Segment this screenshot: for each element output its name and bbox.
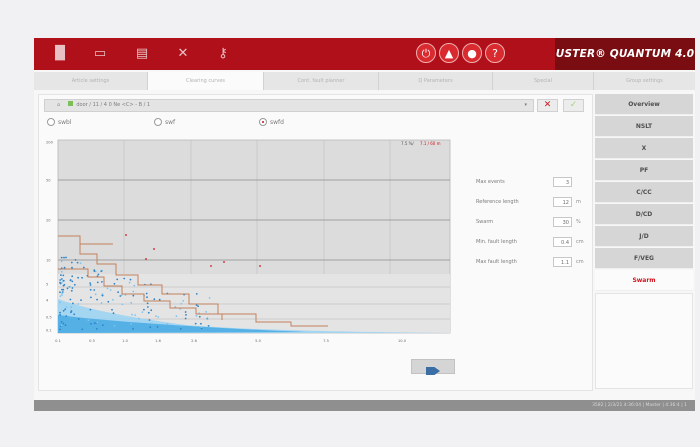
tab-q-parameters[interactable]: Q Parameters: [379, 72, 493, 90]
param-label: Min. fault length: [476, 239, 517, 245]
param-input[interactable]: 1.1: [553, 257, 572, 267]
tab-clearing-curves[interactable]: Clearing curves: [148, 72, 264, 90]
side-nav-panel: [595, 293, 693, 389]
param-label: Reference length: [476, 199, 519, 205]
param-unit: m: [576, 199, 581, 205]
param-input[interactable]: 3: [553, 177, 572, 187]
side-nav-item[interactable]: NSLT: [595, 116, 693, 137]
param-label: Max fault length: [476, 259, 517, 265]
key-icon[interactable]: ⚷: [215, 46, 231, 62]
sheets-icon[interactable]: ▤: [134, 46, 150, 62]
warning-icon[interactable]: ▲: [439, 43, 459, 63]
power-icon[interactable]: ⏻: [416, 43, 436, 63]
side-nav-item[interactable]: PF: [595, 160, 693, 181]
param-input[interactable]: 12: [553, 197, 572, 207]
tab-fault-planner[interactable]: Cont. fault planner: [264, 72, 379, 90]
tab-group-settings[interactable]: Group settings: [594, 72, 695, 90]
chart-icon[interactable]: ▐▌: [50, 46, 70, 62]
side-nav-item[interactable]: Swarm: [595, 270, 693, 291]
param-input[interactable]: 0.4: [553, 237, 572, 247]
tab-article-settings[interactable]: Article settings: [34, 72, 148, 90]
user-icon[interactable]: ●: [462, 43, 482, 63]
parameter-panel: Max events 3 Reference length 12 m Swarm 30% Mi…: [39, 95, 594, 392]
app-window: ▐▌ ▭ ▤ ✕ ⚷ ⏻ ▲ ● ? USTER® QUANTUM 4.0 Ar…: [34, 38, 695, 411]
param-input[interactable]: 30: [553, 217, 572, 227]
side-nav: Overview NSLT X PF C/CC D/CD J/D F/VEG Swarm: [595, 94, 693, 390]
top-bar: ▐▌ ▭ ▤ ✕ ⚷ ⏻ ▲ ● ? USTER® QUANTUM 4.0: [34, 38, 695, 70]
side-nav-item[interactable]: Overview: [595, 94, 693, 115]
param-unit: cm: [576, 239, 584, 245]
side-nav-item[interactable]: D/CD: [595, 204, 693, 225]
status-bar: 3582 | 2/3/21 4:36:04 | Master | 4:36:4 …: [34, 400, 695, 411]
tab-bar: Article settings Clearing curves Cont. f…: [34, 72, 695, 90]
clearing-panel: ⌂ door / 11 / 4 0 Ne <C> - B / 1 ▾ ✕ ✓ s…: [38, 94, 593, 391]
help-icon[interactable]: ?: [485, 43, 505, 63]
param-label: Max events: [476, 179, 505, 185]
tab-special[interactable]: Special: [493, 72, 594, 90]
status-text: 3582 | 2/3/21 4:36:04 | Master | 4:36:4 …: [592, 403, 687, 408]
brand-logo: USTER® QUANTUM 4.0: [555, 38, 695, 70]
param-label: Swarm: [476, 219, 494, 225]
param-unit: cm: [576, 259, 584, 265]
side-nav-item[interactable]: J/D: [595, 226, 693, 247]
side-nav-item[interactable]: X: [595, 138, 693, 159]
side-nav-item[interactable]: F/VEG: [595, 248, 693, 269]
tools-icon[interactable]: ✕: [175, 46, 191, 62]
side-nav-item[interactable]: C/CC: [595, 182, 693, 203]
folder-icon[interactable]: ▭: [92, 46, 108, 62]
param-unit: %: [576, 219, 581, 225]
